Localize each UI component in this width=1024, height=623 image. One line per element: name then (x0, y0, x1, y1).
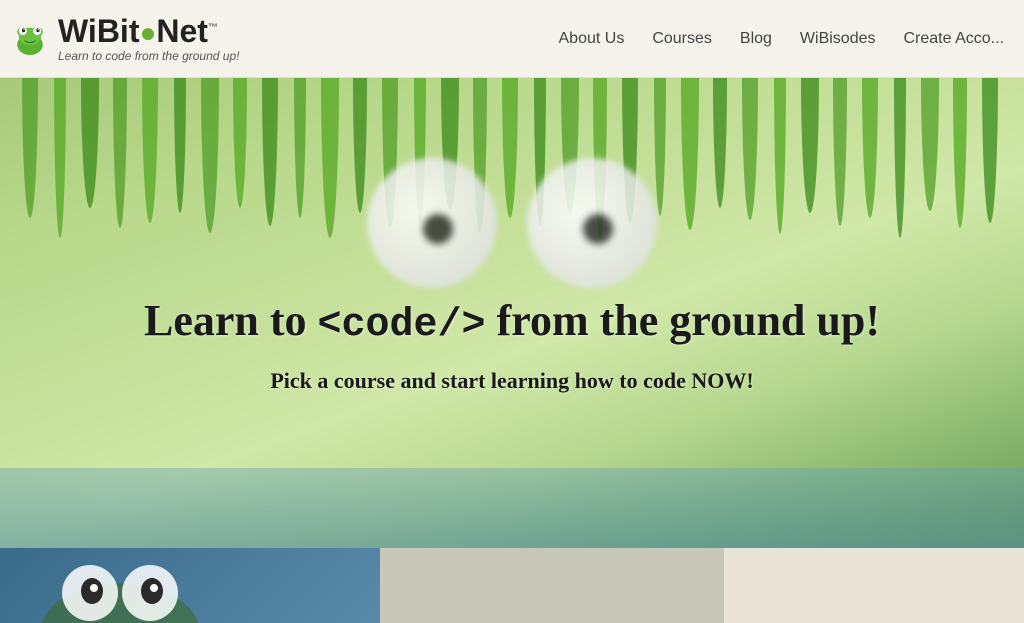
hero-code-tag: <code/> (318, 303, 486, 348)
bottom-left-panel (0, 548, 380, 623)
nav-item-about-us[interactable]: About Us (559, 30, 625, 48)
logo-net: Net (156, 13, 208, 49)
logo-area: WiBit●Net™ Learn to code from the ground… (10, 15, 239, 63)
frog-right-eye (527, 158, 657, 288)
bottom-center-panel (380, 548, 724, 623)
frog-left-eye (367, 158, 497, 288)
site-header: WiBit●Net™ Learn to code from the ground… (0, 0, 1024, 78)
hero-subtitle: Pick a course and start learning how to … (144, 368, 880, 394)
frog-bottom-svg (0, 548, 380, 623)
logo-tagline: Learn to code from the ground up! (58, 49, 239, 63)
pond-area (0, 468, 1024, 548)
hero-title-part1: Learn to (144, 296, 318, 345)
nav-item-courses[interactable]: Courses (652, 30, 712, 48)
nav-item-wibisodes[interactable]: WiBisodes (800, 30, 876, 48)
logo-text-block: WiBit●Net™ Learn to code from the ground… (58, 15, 239, 63)
logo-frog-icon (10, 19, 50, 59)
bottom-right-panel (724, 548, 1024, 623)
frog-eyes (367, 158, 657, 288)
hero-title: Learn to <code/> from the ground up! (144, 292, 880, 352)
hero-title-part2: from the ground up! (486, 296, 880, 345)
nav-item-create-account[interactable]: Create Acco... (904, 30, 1005, 48)
logo-name: WiBit●Net™ (58, 15, 239, 47)
hero-content: Learn to <code/> from the ground up! Pic… (124, 272, 900, 414)
bottom-section (0, 548, 1024, 623)
main-nav: About Us Courses Blog WiBisodes Create A… (559, 30, 1005, 48)
tm-mark: ™ (208, 22, 218, 33)
nav-item-blog[interactable]: Blog (740, 30, 772, 48)
hero-section: Learn to <code/> from the ground up! Pic… (0, 78, 1024, 548)
logo-wibit: WiBit (58, 13, 139, 49)
